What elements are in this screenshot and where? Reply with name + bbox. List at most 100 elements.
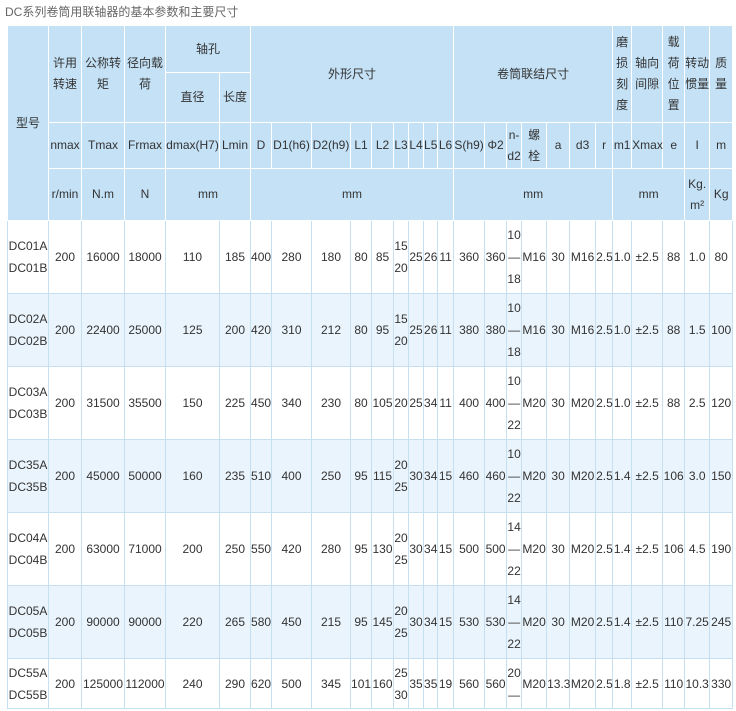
header-row-symbols: nmax Tmax Frmax dmax(H7) Lmin D D1(h6) D…: [8, 122, 734, 169]
cell-bore-diameter: 110: [165, 220, 220, 294]
cell-mass: 150: [709, 439, 734, 513]
cell-a: 30: [546, 585, 571, 659]
cell-model: DC02A DC02B: [7, 293, 49, 367]
header-load-position: 载 荷 位 置: [662, 25, 686, 123]
cell-l2: 105: [371, 366, 395, 440]
cell-l6: 15: [437, 439, 455, 513]
cell-l4: 25: [408, 293, 425, 367]
symbol-frmax: Frmax: [124, 122, 166, 169]
cell-bolt: M20: [521, 366, 548, 440]
cell-a: 30: [546, 512, 571, 586]
cell-a: 13.3: [546, 658, 570, 709]
cell-e: 88: [662, 366, 686, 440]
cell-phi2: 400: [484, 366, 508, 440]
cell-e: 106: [662, 512, 686, 586]
cell-d2: 212: [311, 293, 352, 367]
cell-torque: 45000: [81, 439, 125, 513]
table-row: DC01A DC01B 200 16000 18000 110 185 400 280 180 8…: [7, 220, 734, 294]
cell-l1: 95: [350, 585, 373, 659]
cell-bolt: M20: [521, 512, 548, 586]
unit-radial-load: N: [124, 168, 166, 221]
cell-d1: 420: [271, 512, 313, 586]
cell-e: 110: [662, 585, 686, 659]
header-drum-connection-dimensions: 卷筒联结尺寸: [453, 25, 614, 123]
cell-m1: 1.4: [612, 512, 633, 586]
cell-a: 30: [546, 439, 571, 513]
cell-l1: 80: [350, 366, 373, 440]
cell-d3: M20: [569, 585, 597, 659]
cell-d1: 500: [271, 658, 313, 709]
cell-d3: M16: [569, 220, 597, 294]
cell-model: DC04A DC04B: [7, 512, 49, 586]
cell-l3: 15 20: [393, 293, 410, 367]
cell-model: DC55A DC55B: [7, 658, 49, 709]
cell-l2: 95: [371, 293, 395, 367]
symbol-l4: L4: [408, 122, 425, 169]
table-header: 型号 许用 转速 公称转 矩 径向载 荷 轴孔 外形尺寸 卷筒联结尺寸 磨 损 …: [7, 25, 734, 221]
symbol-l6: L6: [437, 122, 455, 169]
cell-l1: 95: [350, 512, 373, 586]
cell-l6: 11: [437, 293, 455, 367]
cell-m1: 1.0: [612, 220, 633, 294]
cell-d1: 450: [271, 585, 313, 659]
cell-d2: 230: [311, 366, 352, 440]
cell-a: 30: [546, 220, 571, 294]
symbol-mass: m: [709, 122, 734, 169]
cell-model: DC05A DC05B: [7, 585, 49, 659]
cell-phi2: 460: [484, 439, 508, 513]
cell-speed: 200: [48, 293, 82, 367]
cell-d3: M20: [569, 366, 597, 440]
symbol-n-d2: n- d2: [506, 122, 523, 169]
cell-phi2: 360: [484, 220, 508, 294]
cell-l2: 145: [371, 585, 395, 659]
cell-bore-length: 200: [218, 293, 252, 367]
symbol-l3: L3: [393, 122, 410, 169]
cell-m1: 1.0: [612, 293, 633, 367]
cell-r: 2.5: [595, 366, 614, 440]
cell-n-d2: 10 — 22: [506, 366, 523, 440]
header-outline-dimensions: 外形尺寸: [250, 25, 455, 123]
cell-phi2: 500: [484, 512, 508, 586]
cell-l3: 20: [393, 366, 410, 440]
cell-l6: 15: [437, 585, 455, 659]
cell-speed: 200: [48, 585, 82, 659]
cell-l4: 25: [408, 366, 425, 440]
cell-r: 2.5: [595, 658, 614, 709]
symbol-a: a: [546, 122, 571, 169]
cell-n-d2: 14 — 22: [506, 512, 523, 586]
symbol-phi2: Φ2: [484, 122, 508, 169]
cell-mass: 190: [709, 512, 734, 586]
cell-l4: 30: [408, 512, 425, 586]
cell-torque: 31500: [81, 366, 125, 440]
cell-bore-diameter: 150: [165, 366, 220, 440]
cell-bore-length: 185: [218, 220, 252, 294]
cell-bore-length: 290: [218, 658, 252, 709]
cell-l5: 34: [423, 512, 439, 586]
cell-s: 460: [453, 439, 486, 513]
cell-s: 500: [453, 512, 486, 586]
table-row: DC03A DC03B 200 31500 35500 150 225 450 340 230 8…: [7, 366, 734, 440]
cell-bore-length: 225: [218, 366, 252, 440]
cell-model: DC03A DC03B: [7, 366, 49, 440]
symbol-r: r: [595, 122, 614, 169]
symbol-d3: d3: [569, 122, 597, 169]
cell-d1: 340: [271, 366, 313, 440]
cell-l6: 11: [437, 220, 455, 294]
cell-l1: 80: [350, 293, 373, 367]
unit-torque: N.m: [81, 168, 125, 221]
cell-s: 530: [453, 585, 486, 659]
symbol-dmax: dmax(H7): [165, 122, 220, 169]
cell-mass: 330: [709, 658, 734, 709]
cell-d: 510: [250, 439, 273, 513]
cell-d: 620: [250, 658, 273, 709]
cell-d: 450: [250, 366, 273, 440]
unit-bore: mm: [164, 168, 252, 221]
symbol-e: e: [662, 122, 686, 169]
cell-l2: 115: [371, 439, 395, 513]
cell-l4: 25: [408, 220, 425, 294]
cell-torque: 125000: [81, 658, 125, 709]
unit-outline: mm: [250, 168, 455, 221]
cell-l3: 15 20: [393, 220, 410, 294]
cell-mass: 120: [709, 366, 734, 440]
cell-l3: 20 25: [393, 439, 410, 513]
